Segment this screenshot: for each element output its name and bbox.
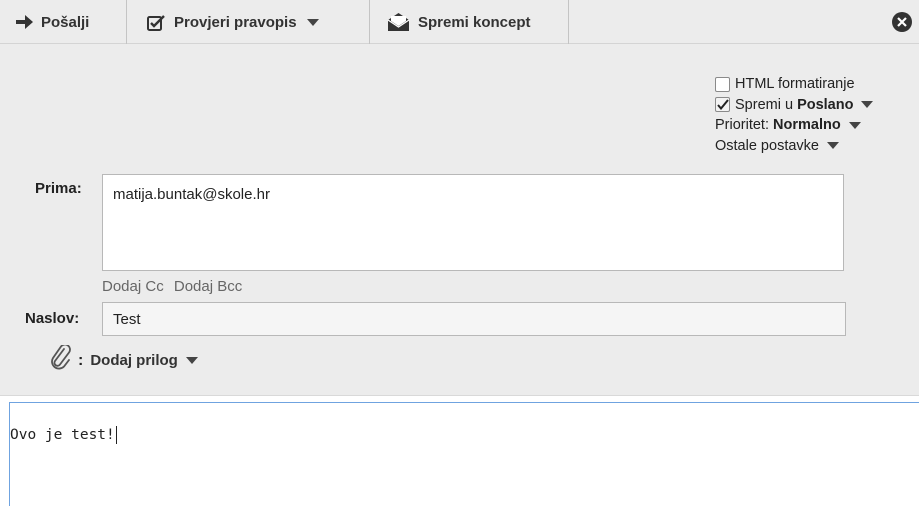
checkbox-pencil-icon (147, 14, 166, 31)
save-sent-option[interactable]: Spremi u Poslano (715, 95, 874, 116)
html-format-option[interactable]: HTML formatiranje (715, 74, 873, 95)
priority-label: Prioritet: (715, 117, 769, 133)
save-draft-button[interactable]: Spremi koncept (370, 0, 569, 44)
add-bcc-link[interactable]: Dodaj Bcc (174, 278, 242, 295)
recipient-address: matija.buntak@skole.hr (113, 186, 270, 203)
send-button[interactable]: Pošalji (0, 0, 127, 44)
subject-label: Naslov: (25, 310, 80, 327)
attach-colon: : (78, 351, 84, 369)
spellcheck-button[interactable]: Provjeri pravopis (127, 0, 370, 44)
html-format-label: HTML formatiranje (735, 76, 855, 92)
subject-value: Test (113, 311, 141, 328)
spellcheck-label: Provjeri pravopis (174, 13, 297, 31)
to-field[interactable]: matija.buntak@skole.hr (102, 174, 844, 271)
save-draft-label: Spremi koncept (418, 13, 531, 31)
chevron-down-icon[interactable] (826, 142, 839, 150)
add-cc-link[interactable]: Dodaj Cc (102, 278, 164, 295)
subject-field[interactable]: Test (102, 302, 846, 336)
message-body-editor[interactable]: Ovo je test! (9, 402, 919, 506)
chevron-down-icon[interactable] (306, 18, 319, 26)
other-options[interactable]: Ostale postavke (715, 136, 873, 157)
save-sent-folder[interactable]: Poslano (797, 95, 853, 116)
message-body-text: Ovo je test! (10, 427, 115, 443)
attachment-row: : Dodaj prilog (50, 343, 198, 376)
chevron-down-icon (185, 357, 198, 364)
chevron-down-icon[interactable] (848, 121, 861, 129)
add-attachment-label: Dodaj prilog (90, 352, 178, 369)
send-label: Pošalji (41, 13, 90, 31)
chevron-down-icon[interactable] (861, 101, 874, 109)
text-cursor (115, 426, 117, 444)
envelope-open-icon (387, 12, 410, 32)
html-format-checkbox[interactable] (715, 76, 730, 92)
close-icon[interactable] (892, 12, 912, 32)
save-sent-checkbox[interactable] (715, 97, 730, 113)
priority-option[interactable]: Prioritet: Normalno (715, 115, 873, 136)
paperclip-icon (50, 343, 72, 376)
priority-value[interactable]: Normalno (773, 115, 841, 136)
arrow-right-icon (16, 15, 33, 29)
other-options-label[interactable]: Ostale postavke (715, 136, 819, 157)
save-sent-prefix: Spremi u (735, 96, 794, 113)
compose-toolbar: Pošalji Provjeri pravopis Spremi koncept (0, 0, 919, 44)
compose-options: HTML formatiranje Spremi u Poslano Prior… (715, 74, 874, 157)
cc-bcc-links: Dodaj Cc Dodaj Bcc (102, 278, 248, 295)
to-label: Prima: (35, 180, 82, 197)
add-attachment-button[interactable]: Dodaj prilog (90, 352, 198, 369)
